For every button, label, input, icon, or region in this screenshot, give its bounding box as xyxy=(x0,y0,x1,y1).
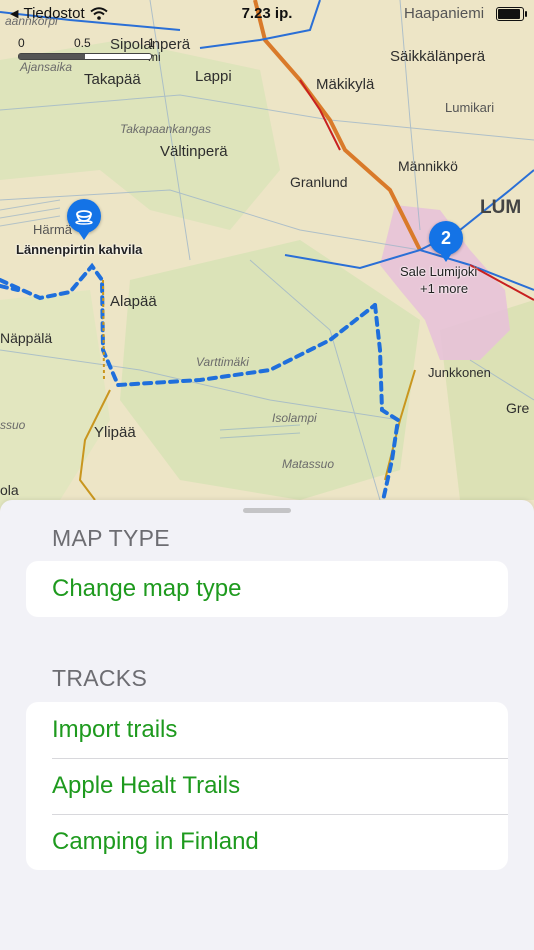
battery-icon xyxy=(496,7,527,21)
map-type-header: MAP TYPE xyxy=(52,525,170,551)
place-label: Ajansaika xyxy=(20,60,73,74)
minor-place-label: Matassuo xyxy=(282,457,335,471)
cafe-pin-label: Lännenpirtin kahvila xyxy=(16,242,143,257)
bottom-sheet: MAP TYPE Change map type TRACKS Import t… xyxy=(0,500,534,950)
cluster-pin[interactable]: 2 xyxy=(429,221,463,262)
apple-health-trails-button[interactable]: Apple Healt Trails xyxy=(26,758,508,814)
place-label: Mäkikylä xyxy=(316,76,375,93)
scale-label: 0.5 xyxy=(74,36,91,50)
sheet-grabber[interactable] xyxy=(243,508,291,513)
change-map-type-button[interactable]: Change map type xyxy=(26,561,508,617)
cluster-label: Sale Lumijoki xyxy=(400,264,478,279)
tracks-header: TRACKS xyxy=(52,665,148,691)
minor-place-label: Isolampi xyxy=(272,411,317,425)
place-label: Ylipää xyxy=(94,424,136,441)
scale-label: 0 xyxy=(18,36,25,50)
place-label: Männikkö xyxy=(398,158,458,174)
cafe-pin[interactable] xyxy=(67,199,101,240)
cluster-more-label: +1 more xyxy=(420,281,469,296)
minor-place-label: ssuo xyxy=(0,418,26,432)
status-bar: ◀ Tiedostot 7.23 ip. xyxy=(0,0,534,28)
place-label: Alapää xyxy=(110,293,157,310)
scale-bar-graphic xyxy=(18,53,152,60)
clock: 7.23 ip. xyxy=(241,5,293,22)
place-label: Gre xyxy=(506,400,530,416)
place-label: Lappi xyxy=(195,68,232,85)
map-terrain xyxy=(0,0,534,510)
place-label: Vältinperä xyxy=(160,143,228,160)
place-label: Härmä xyxy=(33,222,73,237)
coffee-cup-icon xyxy=(75,210,93,225)
place-label: LUM xyxy=(480,197,522,218)
import-trails-button[interactable]: Import trails xyxy=(26,702,508,758)
place-label: Näppälä xyxy=(0,330,53,346)
cluster-count: 2 xyxy=(440,227,451,248)
minor-place-label: Takapaankangas xyxy=(120,122,211,136)
place-label: Säikkälänperä xyxy=(390,48,486,65)
place-label: ola xyxy=(0,482,19,498)
tracks-group: Import trails Apple Healt Trails Camping… xyxy=(26,702,508,870)
map-type-group: Change map type xyxy=(26,561,508,617)
place-label: Lumikari xyxy=(445,100,495,115)
map-view[interactable]: Sipolanperä Haapaniemi Säikkälänperä Tak… xyxy=(0,0,534,520)
place-label: Takapää xyxy=(84,71,141,88)
minor-place-label: Varttimäki xyxy=(196,355,249,369)
place-label: Junkkonen xyxy=(428,365,491,380)
place-label: Granlund xyxy=(290,174,348,190)
camping-in-finland-button[interactable]: Camping in Finland xyxy=(26,814,508,870)
